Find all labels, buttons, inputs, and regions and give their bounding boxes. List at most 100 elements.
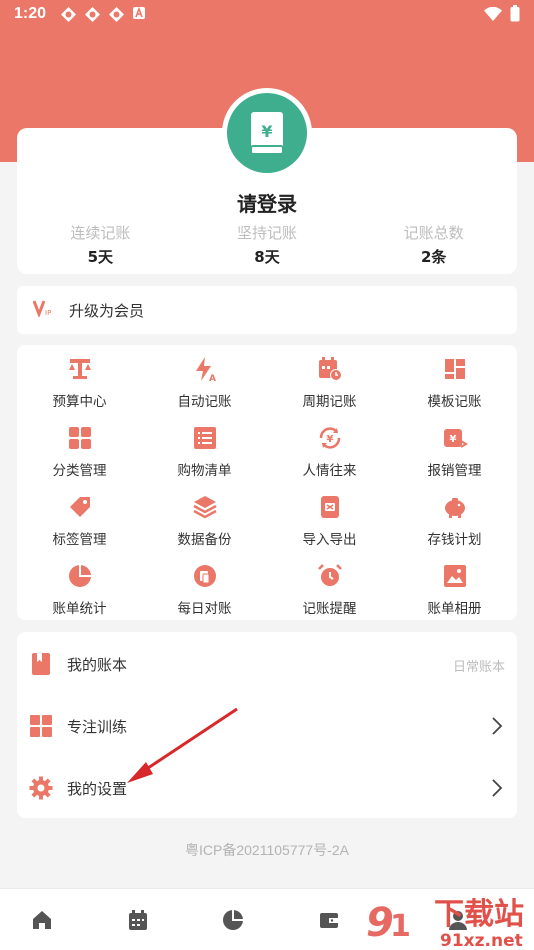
pie-chart-icon <box>68 565 91 587</box>
feature-label: 标签管理 <box>52 532 107 548</box>
daily-check-icon <box>193 565 216 587</box>
scale-icon <box>68 359 91 379</box>
grid-icon <box>30 715 52 737</box>
feature-social-exchange[interactable]: ¥ 人情往来 <box>267 422 392 491</box>
wifi-icon <box>484 6 502 25</box>
calendar-clock-icon <box>318 357 342 381</box>
feature-category-management[interactable]: 分类管理 <box>17 422 142 491</box>
status-bar: 1:20 <box>0 0 534 30</box>
lightning-icon: A <box>195 357 216 382</box>
feature-label: 账单统计 <box>52 601 107 617</box>
template-icon <box>444 359 465 379</box>
feature-label: 人情往来 <box>302 463 357 479</box>
calendar-icon[interactable] <box>127 909 149 931</box>
stat-value: 5天 <box>87 248 114 266</box>
menu-focus-training[interactable]: 专注训练 <box>17 696 517 756</box>
feature-tag-management[interactable]: 标签管理 <box>17 491 142 560</box>
reimburse-icon: ¥ <box>443 429 468 448</box>
login-prompt[interactable]: 请登录 <box>17 188 517 217</box>
wallet-icon[interactable] <box>318 909 340 931</box>
feature-label: 预算中心 <box>52 394 107 410</box>
tag-icon <box>69 497 90 517</box>
vip-label: 升级为会员 <box>69 301 145 320</box>
chart-icon[interactable] <box>222 909 244 931</box>
notification-icon <box>84 6 101 23</box>
chevron-right-icon <box>492 779 503 797</box>
feature-auto-bookkeeping[interactable]: A 自动记账 <box>142 353 267 422</box>
icp-record[interactable]: 粤ICP备2021105777号-2A <box>0 840 534 860</box>
photo-album-icon <box>443 565 466 587</box>
watermark-title: 下载站 <box>434 897 524 932</box>
category-grid-icon <box>68 427 91 449</box>
feature-bookkeeping-reminder[interactable]: 记账提醒 <box>267 560 392 629</box>
menu-label: 专注训练 <box>67 718 128 736</box>
feature-bill-statistics[interactable]: 账单统计 <box>17 560 142 629</box>
piggy-bank-icon <box>444 498 465 518</box>
feature-reimbursement-management[interactable]: ¥ 报销管理 <box>392 422 517 491</box>
feature-label: 模板记账 <box>427 394 482 410</box>
feature-daily-check[interactable]: 每日对账 <box>142 560 267 629</box>
stat-consecutive-days: 连续记账 5天 <box>17 222 184 267</box>
feature-budget-center[interactable]: 预算中心 <box>17 353 142 422</box>
book-icon <box>32 653 50 675</box>
svg-text:¥: ¥ <box>449 434 456 445</box>
notification-icons <box>60 6 149 23</box>
stat-label: 记账总数 <box>403 224 464 242</box>
feature-label: 数据备份 <box>177 532 232 548</box>
feature-template-bookkeeping[interactable]: 模板记账 <box>392 353 517 422</box>
svg-text:IP: IP <box>45 309 51 317</box>
avatar[interactable]: ¥ <box>222 88 312 178</box>
feature-label: 周期记账 <box>302 394 357 410</box>
svg-text:A: A <box>209 374 216 382</box>
menu-label: 我的账本 <box>67 656 128 674</box>
feature-periodic-bookkeeping[interactable]: 周期记账 <box>267 353 392 422</box>
stat-persist-days: 坚持记账 8天 <box>184 222 351 267</box>
stat-total-records: 记账总数 2条 <box>350 222 517 267</box>
status-time: 1:20 <box>14 5 47 22</box>
menu-label: 我的设置 <box>67 780 128 798</box>
feature-data-backup[interactable]: 数据备份 <box>142 491 267 560</box>
feature-label: 账单相册 <box>427 601 482 617</box>
feature-savings-plan[interactable]: 存钱计划 <box>392 491 517 560</box>
feature-label: 购物清单 <box>177 463 232 479</box>
feature-label: 报销管理 <box>427 463 482 479</box>
menu-list-card: 我的账本 日常账本 专注训练 我的设置 <box>17 632 517 818</box>
svg-text:1: 1 <box>390 909 411 944</box>
feature-import-export[interactable]: 导入导出 <box>267 491 392 560</box>
feature-shopping-list[interactable]: 购物清单 <box>142 422 267 491</box>
watermark-url: 91xz.net <box>440 931 523 950</box>
menu-my-books[interactable]: 我的账本 日常账本 <box>17 634 517 694</box>
stat-label: 连续记账 <box>70 224 131 242</box>
feature-label: 每日对账 <box>177 601 232 617</box>
features-card: 预算中心 A 自动记账 周期记账 模板记账 分类管理 购物清单 ¥ 人情往来 ¥ <box>17 345 517 620</box>
battery-icon <box>510 5 520 26</box>
import-export-icon <box>320 496 339 518</box>
stat-value: 2条 <box>420 248 447 266</box>
feature-label: 记账提醒 <box>302 601 357 617</box>
home-icon[interactable] <box>31 909 53 931</box>
layers-icon <box>192 496 217 519</box>
stat-value: 8天 <box>254 248 280 266</box>
gear-icon <box>29 776 53 800</box>
yen-cycle-icon: ¥ <box>319 427 340 449</box>
vip-icon: IP <box>32 299 55 321</box>
notification-icon <box>60 6 77 23</box>
current-book-name: 日常账本 <box>452 660 505 675</box>
chevron-right-icon <box>492 717 503 735</box>
feature-bill-album[interactable]: 账单相册 <box>392 560 517 629</box>
menu-my-settings[interactable]: 我的设置 <box>17 758 517 818</box>
notification-icon <box>108 6 125 23</box>
svg-text:¥: ¥ <box>326 434 333 445</box>
upgrade-vip-row[interactable]: IP 升级为会员 <box>17 286 517 334</box>
feature-label: 导入导出 <box>302 532 357 548</box>
svg-text:¥: ¥ <box>261 122 272 141</box>
stats-row: 连续记账 5天 坚持记账 8天 记账总数 2条 <box>17 222 517 267</box>
text-notification-icon <box>132 6 149 23</box>
feature-label: 存钱计划 <box>427 532 482 548</box>
stat-label: 坚持记账 <box>237 224 298 242</box>
feature-label: 自动记账 <box>177 394 232 410</box>
alarm-clock-icon <box>317 564 342 586</box>
list-icon <box>193 427 216 449</box>
ledger-book-icon: ¥ <box>227 93 307 173</box>
features-grid: 预算中心 A 自动记账 周期记账 模板记账 分类管理 购物清单 ¥ 人情往来 ¥ <box>17 353 517 629</box>
